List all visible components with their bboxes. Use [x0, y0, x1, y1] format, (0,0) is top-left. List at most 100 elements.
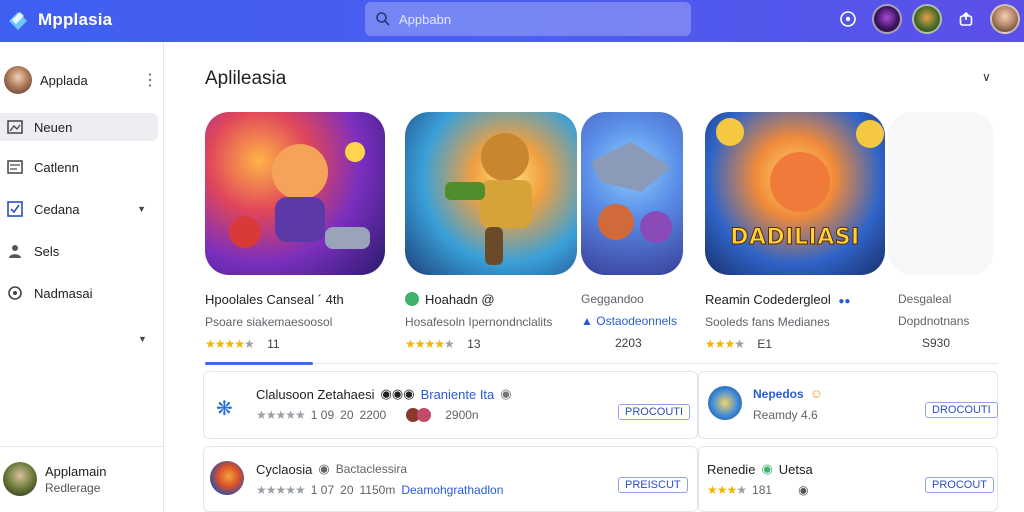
avatar-green-hero[interactable]: [912, 4, 942, 34]
list-item-extra: Uetsa: [778, 461, 813, 477]
list-item-title: Cyclaosia: [256, 461, 313, 477]
emoji-icon: ◉◉◉: [380, 386, 415, 401]
profile-name: Applada: [40, 72, 88, 88]
chat-icon: [6, 284, 24, 302]
rating-value: 181: [752, 483, 773, 497]
download-size-2: 2900n: [445, 408, 479, 422]
list-item[interactable]: Renedie ◉ Uetsa ★★★★ 181 ◉ PROCOUT: [698, 446, 998, 512]
brand[interactable]: Mpplasia: [6, 8, 112, 32]
rating-value: 1 07: [310, 483, 335, 497]
featured-card[interactable]: Geggandoo ▲ Ostaodeonnels 2203: [581, 112, 683, 350]
card-count: 2203: [615, 336, 642, 350]
checkbox-icon: [6, 200, 24, 218]
app-icon: [708, 386, 742, 420]
avatar-stack: [406, 408, 432, 422]
sidebar-profile[interactable]: Applada ⋮: [4, 66, 158, 94]
sidebar-user[interactable]: Applamain Redlerage: [3, 462, 106, 496]
rating-value: 1 09: [310, 408, 335, 422]
carousel-divider: [205, 363, 998, 364]
user-subtitle: Redlerage: [45, 480, 101, 495]
help-icon: [840, 11, 856, 27]
card-subtitle: Dopdnotnans: [898, 314, 970, 328]
get-button[interactable]: PREISCUT: [618, 477, 688, 493]
rating-stars: ★★★★★: [256, 408, 306, 422]
list-item[interactable]: ❋ Clalusoon Zetahaesi ◉◉◉ Braniente Ita …: [203, 371, 698, 439]
emoji-icon: ☺: [809, 386, 823, 401]
sidebar-item-neuen[interactable]: Neuen: [0, 113, 158, 141]
game-art-title: DADILIASI: [730, 225, 860, 251]
card-meta: Desgaleal Dopdnotnans S930: [898, 292, 998, 350]
list-item-title: Renedie: [707, 461, 756, 477]
download-size: 2200: [359, 408, 387, 422]
card-subtitle-link[interactable]: Ostaodeonnels: [596, 314, 677, 328]
game-art-image: [581, 112, 683, 275]
user-avatar: [3, 462, 37, 496]
chevron-down-icon[interactable]: ▼: [137, 204, 146, 214]
app-name: Mpplasia: [38, 10, 113, 29]
featured-card[interactable]: DADILIASI Reamin Codedergleol ●● Sooleds…: [705, 112, 885, 351]
app-logo-icon: [405, 292, 419, 306]
emoji-icon: ◉: [500, 386, 512, 401]
emoji-icon: ◉: [318, 461, 330, 476]
developer-link[interactable]: Deamohgrathadlon: [401, 483, 503, 497]
sidebar: Applada ⋮ Neuen Catlenn Cedana ▼ Sels Na…: [0, 42, 164, 512]
sidebar-item-catlenn[interactable]: Catlenn: [0, 153, 158, 181]
card-title-text: Hoahadn @: [425, 292, 495, 307]
list-item-title: Nepedos: [753, 386, 804, 401]
emoji-icon: ◉: [761, 461, 773, 476]
person-icon: ▲: [581, 314, 593, 328]
game-art-image: [405, 112, 577, 275]
chevron-down-icon[interactable]: ∨: [982, 70, 991, 84]
sidebar-item-label: Neuen: [34, 119, 73, 135]
list-item-title-row: Cyclaosia ◉ Bactaclessira: [256, 461, 407, 477]
get-button[interactable]: DROCOUTI: [925, 402, 998, 418]
sidebar-item-label: Cedana: [34, 201, 80, 217]
get-button[interactable]: PROCOUT: [925, 477, 994, 493]
sidebar-item-label: Nadmasai: [34, 285, 93, 301]
search-icon: [376, 12, 390, 26]
list-item-title-row: Nepedos ☺: [753, 386, 823, 401]
search-input[interactable]: [399, 11, 659, 27]
featured-card[interactable]: Hoahadn @ Hosafesoln Ipernondnclalits ★★…: [405, 112, 577, 351]
game-art-image: DADILIASI: [705, 112, 885, 275]
search-bar[interactable]: [365, 2, 691, 36]
sidebar-item-cedana[interactable]: Cedana ▼: [0, 195, 158, 223]
rating-stars: ★★★★: [705, 337, 745, 351]
get-button[interactable]: PROCOUTI: [618, 404, 691, 420]
help-button[interactable]: [834, 5, 862, 33]
review-count: 20: [340, 408, 354, 422]
sidebar-item-label: Sels: [34, 243, 60, 259]
top-actions: [834, 4, 1020, 34]
list-item-title-row: Renedie ◉ Uetsa: [707, 461, 813, 477]
top-app-bar: Mpplasia: [0, 0, 1024, 42]
card-count: S930: [922, 336, 951, 350]
keyboard-icon: [6, 158, 24, 176]
list-item[interactable]: Nepedos ☺ Reamdy 4.6 DROCOUTI: [698, 371, 998, 439]
avatar-dark-hero[interactable]: [872, 4, 902, 34]
list-item-title: Clalusoon Zetahaesi: [256, 386, 375, 402]
card-title-text: Reamin Codedergleol: [705, 292, 831, 307]
list-item-extra: Braniente Ita: [420, 386, 495, 402]
user-name: Applamain: [45, 463, 107, 479]
list-item-meta: ★★★★★ 1 09 20 2200 2900n: [256, 408, 479, 422]
expand-more-icon[interactable]: ▼: [138, 334, 147, 344]
image-icon: [6, 118, 24, 136]
card-title: Desgaleal: [898, 292, 952, 306]
sidebar-item-nadmasai[interactable]: Nadmasai: [0, 279, 158, 307]
more-options-icon[interactable]: ⋮: [142, 70, 158, 90]
share-button[interactable]: [952, 5, 980, 33]
featured-card[interactable]: Desgaleal Dopdnotnans S930: [888, 112, 994, 350]
list-item[interactable]: Cyclaosia ◉ Bactaclessira ★★★★★ 1 07 20 …: [203, 446, 698, 512]
game-art-image: [888, 112, 994, 275]
sidebar-item-sels[interactable]: Sels: [0, 237, 158, 265]
carousel-scroll-indicator[interactable]: [205, 362, 313, 365]
user-avatar[interactable]: [990, 4, 1020, 34]
review-count: 20: [340, 483, 354, 497]
rating-stars: ★★★★: [707, 483, 747, 497]
star-app-icon: ❋: [216, 398, 233, 420]
featured-card[interactable]: Hpoolales Canseal ´ 4th Psoare siakemaes…: [205, 112, 385, 351]
rating-count: 11: [267, 337, 280, 351]
sidebar-item-label: Catlenn: [34, 159, 79, 175]
card-title: Geggandoo: [581, 292, 644, 306]
rating-stars: ★★★★★: [256, 483, 306, 497]
